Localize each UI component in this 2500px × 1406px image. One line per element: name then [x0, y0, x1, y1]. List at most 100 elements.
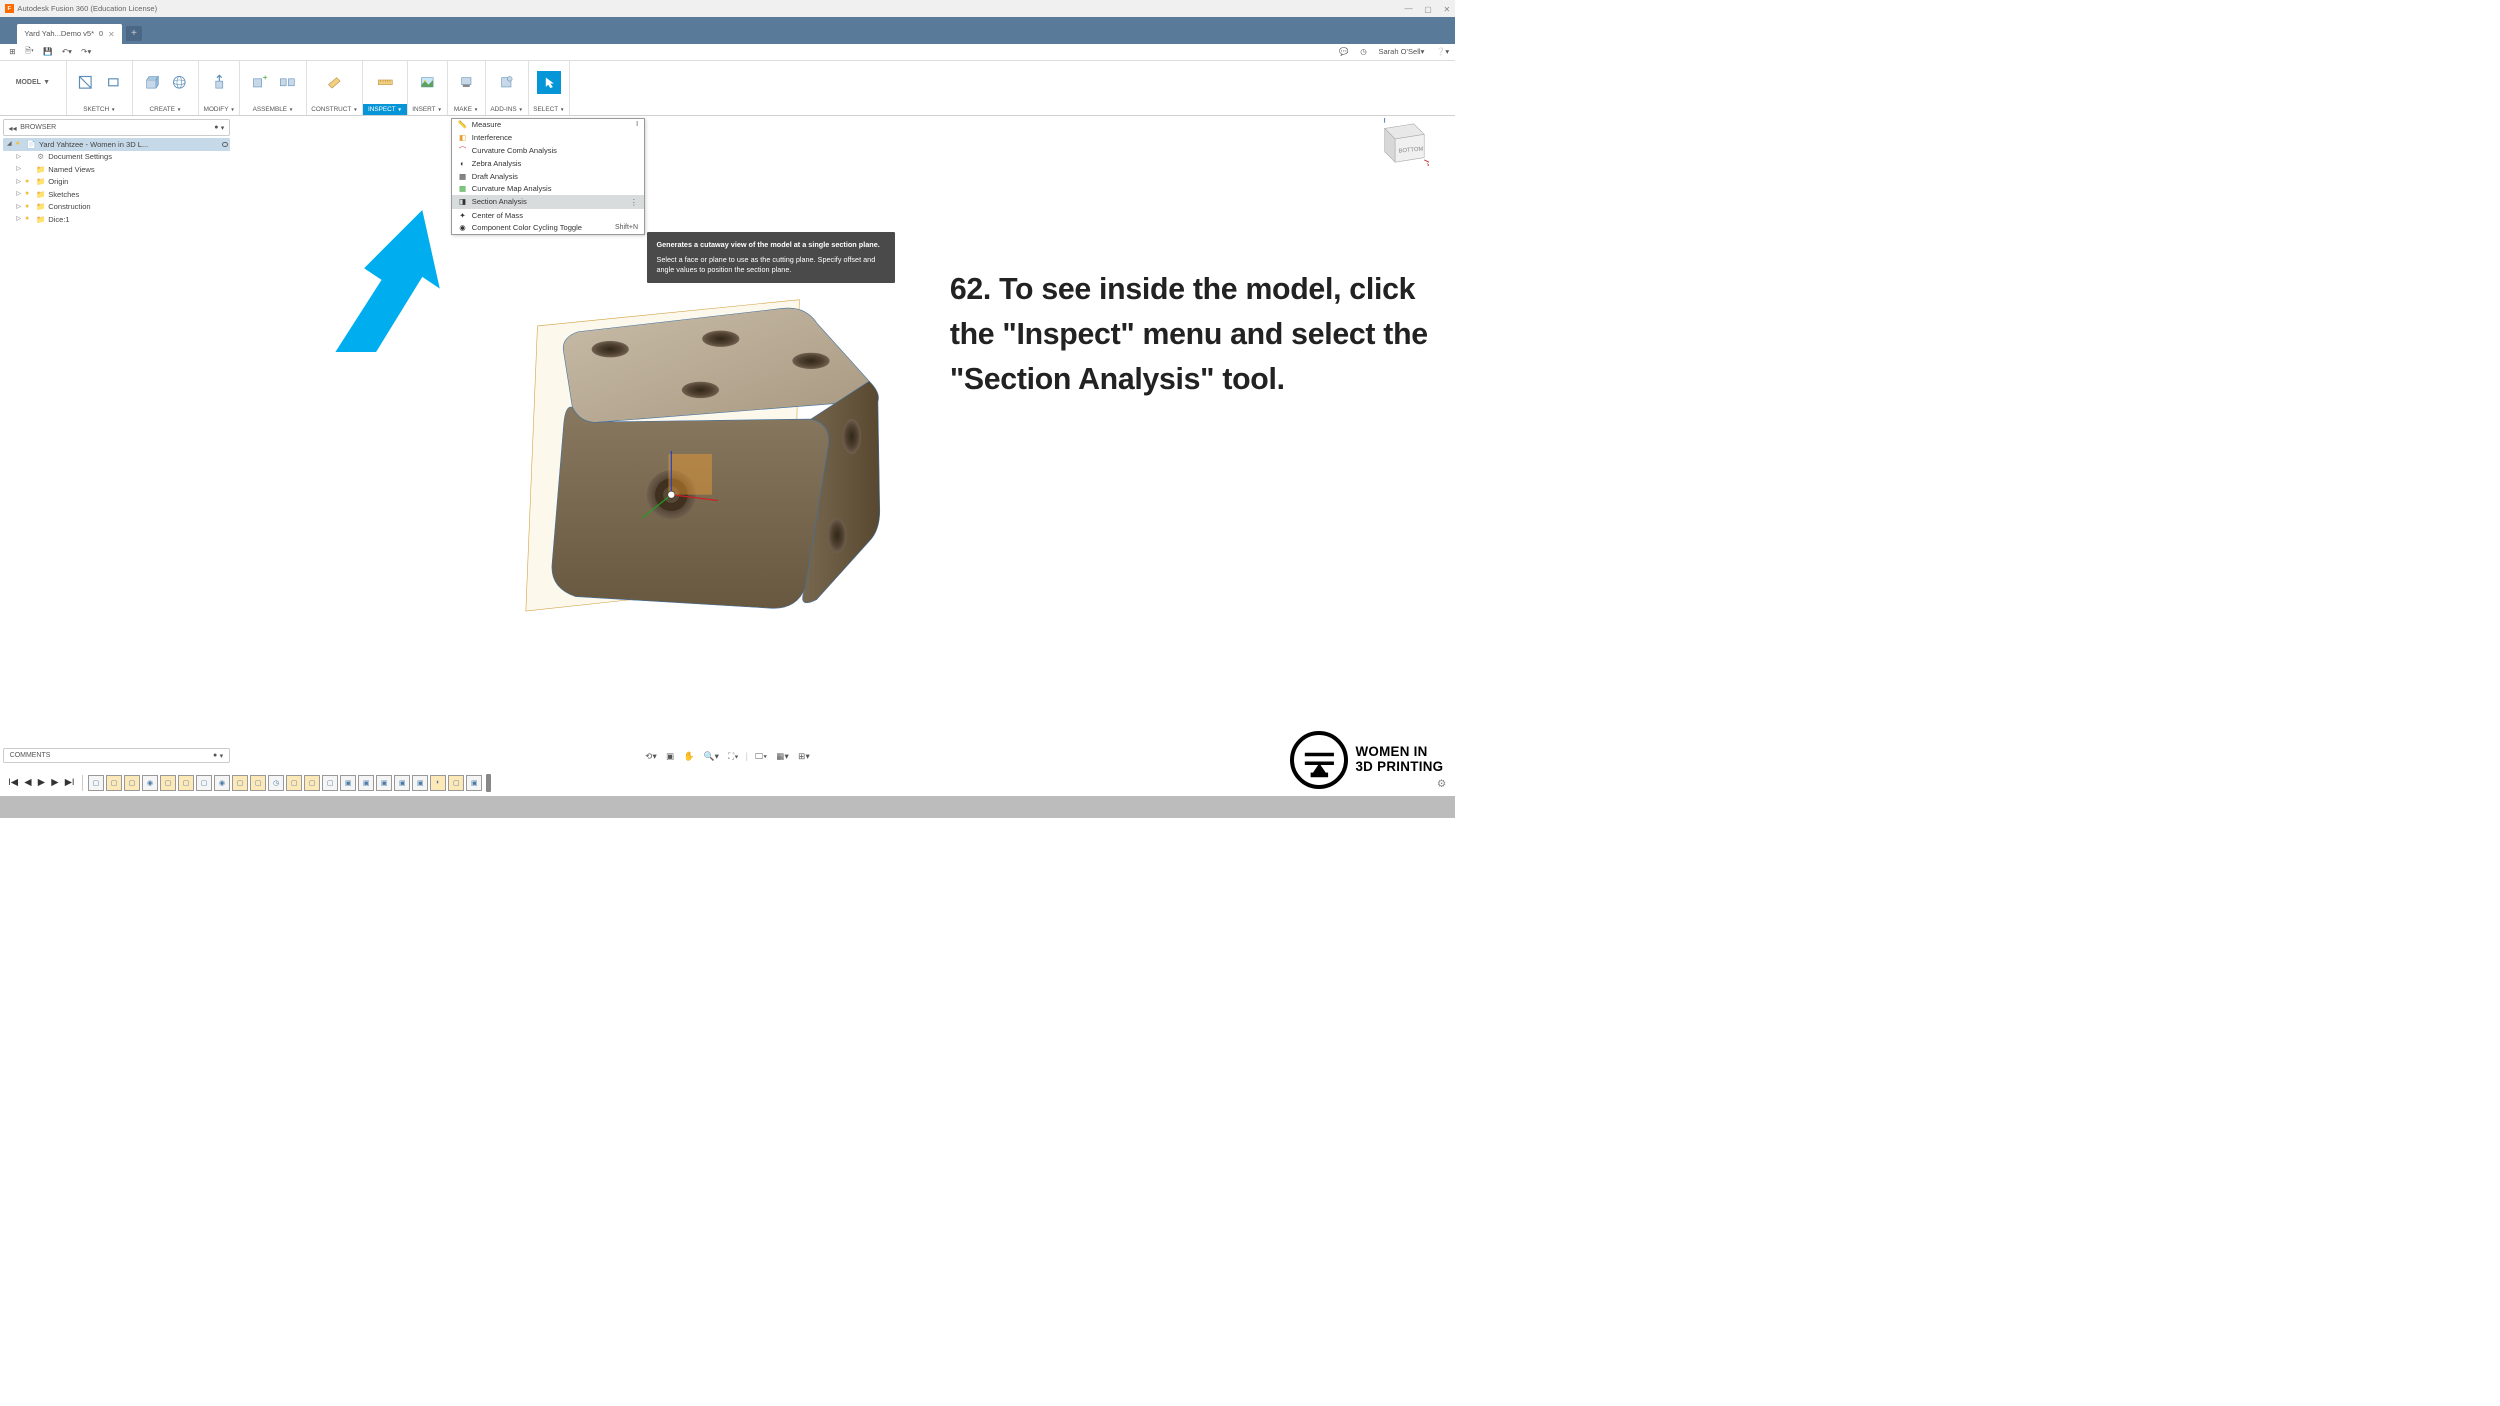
timeline-step[interactable]: ▣: [412, 775, 428, 791]
menu-curvature-map[interactable]: ▦Curvature Map Analysis: [452, 182, 644, 195]
ribbon-label-addins[interactable]: ADD-INS▼: [486, 104, 528, 116]
print-3d-icon[interactable]: [455, 71, 478, 94]
timeline-step[interactable]: ◐: [430, 775, 446, 791]
timeline-step[interactable]: ▣: [358, 775, 374, 791]
menu-curvature-comb[interactable]: ⌒Curvature Comb Analysis: [452, 144, 644, 157]
visibility-icon[interactable]: ●: [16, 140, 24, 148]
construct-plane-icon[interactable]: [323, 71, 346, 94]
extensions-icon[interactable]: 💬: [1339, 47, 1348, 56]
joint-icon[interactable]: [275, 71, 298, 94]
fit-icon[interactable]: ⛶▾: [726, 750, 741, 763]
ribbon-label-make[interactable]: MAKE▼: [448, 104, 485, 116]
jobs-icon[interactable]: ◷: [1360, 47, 1367, 56]
orbit-icon[interactable]: ⟲▾: [643, 750, 659, 763]
new-tab-button[interactable]: +: [126, 26, 141, 41]
box-icon[interactable]: [168, 71, 191, 94]
addins-scripts-icon[interactable]: [495, 71, 518, 94]
sketch-rect-icon[interactable]: [102, 71, 125, 94]
timeline-prev-icon[interactable]: ◀: [22, 777, 34, 788]
new-component-icon[interactable]: +: [247, 71, 270, 94]
timeline-step[interactable]: ▢: [250, 775, 266, 791]
tree-item-namedviews[interactable]: ▷📁Named Views: [3, 163, 230, 175]
help-icon[interactable]: ❔▾: [1436, 47, 1449, 56]
more-opts-icon[interactable]: ⋮: [630, 197, 638, 207]
timeline-step[interactable]: ▢: [448, 775, 464, 791]
timeline-play-icon[interactable]: ▶: [35, 777, 47, 788]
undo-button[interactable]: ↶▾: [58, 46, 75, 57]
active-component-radio[interactable]: [222, 142, 228, 148]
tree-item-sketches[interactable]: ▷●📁Sketches: [3, 188, 230, 200]
menu-interference[interactable]: ◧Interference: [452, 131, 644, 144]
timeline-step[interactable]: ▣: [394, 775, 410, 791]
timeline-step[interactable]: ◷: [268, 775, 284, 791]
insert-decal-icon[interactable]: [415, 71, 438, 94]
file-menu-button[interactable]: 🗎▾: [21, 44, 37, 59]
select-tool-icon[interactable]: [537, 71, 560, 94]
viewcube[interactable]: Z BOTTOM X: [1380, 118, 1429, 167]
tree-item-docsettings[interactable]: ▷⚙Document Settings: [3, 151, 230, 163]
grid-icon[interactable]: ▦▾: [774, 750, 791, 763]
tree-item-construction[interactable]: ▷●📁Construction: [3, 201, 230, 213]
sketch-line-icon[interactable]: [74, 71, 97, 94]
save-button[interactable]: 💾: [40, 46, 56, 57]
ribbon-label-create[interactable]: CREATE▼: [133, 104, 198, 116]
timeline-step[interactable]: ▢: [124, 775, 140, 791]
browser-header[interactable]: ◂◂ BROWSER ●▾: [3, 119, 230, 136]
menu-draft[interactable]: ▦Draft Analysis: [452, 170, 644, 183]
tab-close-icon[interactable]: ✕: [108, 29, 115, 39]
zoom-icon[interactable]: 🔍▾: [701, 750, 721, 763]
extrude-icon[interactable]: [140, 71, 163, 94]
ribbon-label-select[interactable]: SELECT▼: [529, 104, 569, 116]
press-pull-icon[interactable]: [208, 71, 231, 94]
ribbon-label-inspect[interactable]: INSPECT▼: [363, 104, 406, 116]
timeline-step[interactable]: ◉: [142, 775, 158, 791]
timeline-step[interactable]: ▢: [106, 775, 122, 791]
tree-item-origin[interactable]: ▷●📁Origin: [3, 176, 230, 188]
data-panel-button[interactable]: ⊞: [6, 46, 19, 57]
timeline-start-icon[interactable]: I◀: [6, 777, 20, 788]
lookat-icon[interactable]: ▣: [664, 750, 677, 763]
timeline-step[interactable]: ▢: [304, 775, 320, 791]
pan-icon[interactable]: ✋: [681, 750, 696, 763]
tree-root[interactable]: ◢ ● 📄 Yard Yahtzee - Women in 3D L...: [3, 138, 230, 150]
ribbon-label-assemble[interactable]: ASSEMBLE▼: [240, 104, 305, 116]
collapse-browser-icon[interactable]: ◂◂: [9, 123, 17, 133]
menu-section-analysis[interactable]: ◨Section Analysis⋮: [452, 195, 644, 208]
menu-zebra[interactable]: ◐Zebra Analysis: [452, 157, 644, 170]
close-button[interactable]: ✕: [1444, 4, 1451, 14]
timeline-step[interactable]: ▢: [178, 775, 194, 791]
user-menu[interactable]: Sarah O'Sell▾: [1378, 47, 1424, 56]
timeline-step[interactable]: ▢: [322, 775, 338, 791]
timeline-step[interactable]: ▣: [376, 775, 392, 791]
browser-opts-icon[interactable]: ●: [214, 124, 218, 131]
maximize-button[interactable]: ▢: [1424, 4, 1432, 14]
timeline-step[interactable]: ▢: [88, 775, 104, 791]
timeline-step[interactable]: ▢: [232, 775, 248, 791]
menu-color-cycling[interactable]: ◉Component Color Cycling ToggleShift+N: [452, 221, 644, 234]
timeline-step[interactable]: ▣: [340, 775, 356, 791]
minimize-button[interactable]: —: [1404, 4, 1412, 14]
model-viewport[interactable]: [520, 291, 898, 617]
redo-button[interactable]: ↷▾: [78, 46, 95, 57]
timeline-marker[interactable]: [486, 774, 491, 791]
viewport-icon[interactable]: ⊞▾: [796, 750, 812, 763]
ribbon-label-modify[interactable]: MODIFY▼: [199, 104, 239, 116]
tree-item-dice[interactable]: ▷●📁Dice:1: [3, 213, 230, 225]
timeline-step[interactable]: ▢: [196, 775, 212, 791]
timeline-step[interactable]: ▣: [466, 775, 482, 791]
timeline-next-icon[interactable]: ▶: [49, 777, 61, 788]
menu-measure[interactable]: 📏MeasureI: [452, 119, 644, 132]
ribbon-label-sketch[interactable]: SKETCH▼: [67, 104, 132, 116]
expand-icon[interactable]: ◢: [5, 141, 13, 147]
ribbon-label-construct[interactable]: CONSTRUCT▼: [307, 104, 363, 116]
timeline-end-icon[interactable]: ▶I: [62, 777, 76, 788]
timeline-step[interactable]: ▢: [286, 775, 302, 791]
menu-center-mass[interactable]: ✦Center of Mass: [452, 209, 644, 222]
document-tab[interactable]: Yard Yah...Demo v5* ✕: [17, 24, 121, 44]
timeline-step[interactable]: ▢: [160, 775, 176, 791]
comments-panel[interactable]: COMMENTS ●▾: [3, 748, 230, 763]
display-icon[interactable]: 🖵▾: [753, 750, 770, 763]
workspace-switcher[interactable]: MODEL▼: [7, 79, 59, 86]
timeline-step[interactable]: ◉: [214, 775, 230, 791]
measure-icon[interactable]: [373, 71, 396, 94]
